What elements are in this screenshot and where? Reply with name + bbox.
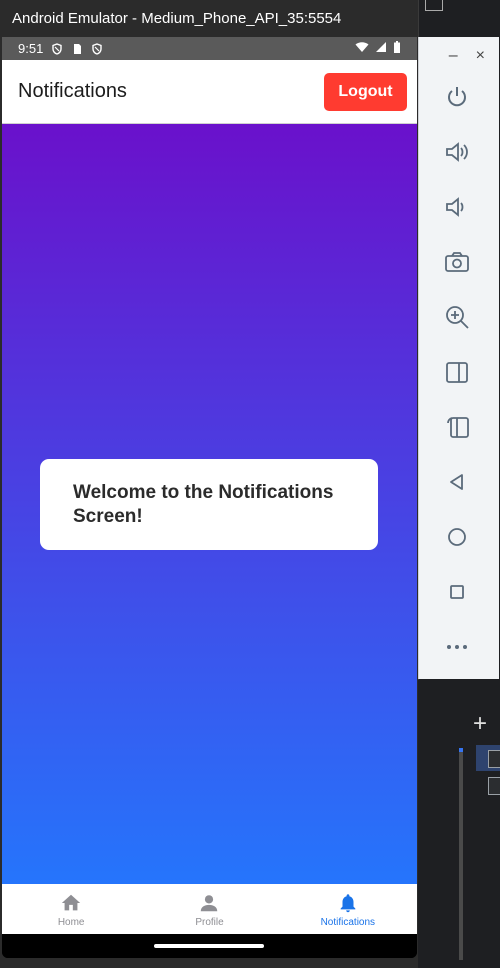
emulator-title: Android Emulator - Medium_Phone_API_35:5… <box>0 0 418 36</box>
sd-card-icon <box>71 43 83 55</box>
minimize-button[interactable]: – <box>449 47 458 71</box>
tab-profile[interactable]: Profile <box>140 884 278 934</box>
bottom-tab-bar: Home Profile Notifications <box>2 884 417 934</box>
wifi-icon <box>355 41 369 56</box>
battery-icon <box>393 41 401 56</box>
app-header: Notifications Logout <box>2 60 417 124</box>
volume-up-icon <box>446 142 468 162</box>
rotate-left-icon <box>446 362 468 383</box>
person-icon <box>201 895 218 912</box>
phone-screen: 9:51 Notifications Logout Welcome to the… <box>2 37 417 958</box>
volume-down-button[interactable] <box>439 189 475 225</box>
shield-icon <box>91 42 103 55</box>
volume-down-icon <box>446 197 464 217</box>
tab-home[interactable]: Home <box>2 884 140 934</box>
back-icon <box>450 474 463 490</box>
home-gesture-pill[interactable] <box>154 944 264 948</box>
overview-icon <box>450 585 464 599</box>
zoom-icon <box>446 306 469 329</box>
tab-notifications-label: Notifications <box>320 917 376 928</box>
bell-icon <box>340 894 356 913</box>
more-icon <box>447 645 467 649</box>
rotate-left-button[interactable] <box>439 354 475 390</box>
emulator-side-toolbar: – × <box>418 37 499 679</box>
rotate-right-button[interactable] <box>439 409 475 445</box>
camera-icon <box>445 252 469 272</box>
page-title: Notifications <box>18 80 127 102</box>
power-button[interactable] <box>439 79 475 115</box>
welcome-message: Welcome to the Notifications Screen! <box>73 482 334 527</box>
status-time: 9:51 <box>18 41 44 56</box>
home-button[interactable] <box>439 519 475 555</box>
window-icon <box>425 0 443 11</box>
ide-scroll-marker <box>459 748 463 752</box>
shield-icon <box>51 42 63 55</box>
rotate-right-icon <box>447 417 469 438</box>
ide-scrollbar[interactable] <box>459 748 463 960</box>
tab-profile-label: Profile <box>195 917 224 928</box>
status-bar: 9:51 <box>2 37 417 60</box>
more-button[interactable] <box>439 629 475 665</box>
toolbar-window-controls: – × <box>419 37 499 71</box>
home-circle-icon <box>448 528 466 546</box>
system-nav-bar <box>2 934 417 958</box>
gradient-background: Welcome to the Notifications Screen! <box>2 124 417 884</box>
file-icon[interactable] <box>488 750 500 768</box>
add-icon[interactable]: + <box>473 710 487 738</box>
volume-up-button[interactable] <box>439 134 475 170</box>
tab-home-label: Home <box>57 917 85 928</box>
emulator-window: Android Emulator - Medium_Phone_API_35:5… <box>0 0 419 968</box>
file-icon[interactable] <box>488 777 500 795</box>
tab-notifications[interactable]: Notifications <box>279 884 417 934</box>
back-button[interactable] <box>439 464 475 500</box>
signal-icon <box>375 41 387 56</box>
close-button[interactable]: × <box>476 47 485 71</box>
home-icon <box>61 894 81 911</box>
overview-button[interactable] <box>439 574 475 610</box>
welcome-card: Welcome to the Notifications Screen! <box>40 459 378 550</box>
screenshot-button[interactable] <box>439 244 475 280</box>
zoom-button[interactable] <box>439 299 475 335</box>
power-icon <box>448 87 466 107</box>
logout-button[interactable]: Logout <box>324 72 407 111</box>
